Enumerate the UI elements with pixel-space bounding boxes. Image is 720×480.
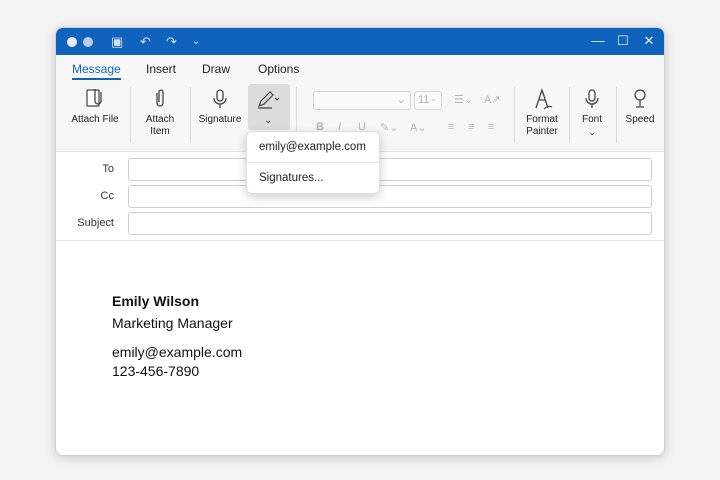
font-label: Font: [581, 114, 602, 125]
chevron-down-icon: ⌄: [396, 94, 406, 106]
ribbon-tabs: Message Insert Draw Options: [56, 55, 664, 81]
ribbon-divider: [514, 87, 515, 143]
subject-input[interactable]: [128, 212, 652, 235]
tab-draw[interactable]: Draw: [202, 62, 230, 76]
to-label: To: [102, 163, 114, 175]
cc-label: Cc: [100, 190, 114, 202]
signature-phone: 123-456-7890: [112, 363, 200, 379]
undo-icon[interactable]: ↶: [140, 33, 151, 50]
cc-input[interactable]: [128, 185, 652, 208]
chevron-down-icon: ⌄: [264, 115, 273, 126]
save-icon[interactable]: ▣: [111, 33, 123, 50]
ribbon-divider: [130, 87, 131, 143]
format-painter-label-1: Format: [526, 114, 558, 125]
microphone-icon: [213, 89, 227, 108]
attach-item-label-2: Item: [150, 126, 170, 137]
format-painter-icon: [535, 87, 553, 110]
attach-file-label: Attach File: [71, 114, 119, 125]
signature-dropdown-menu: emily@example.com Signatures...: [246, 131, 380, 194]
compose-window: ▣ ↶ ↷ ⌄ — ☐ ✕ Message Insert Draw Option…: [55, 27, 665, 456]
speed-label: Speed: [625, 114, 655, 125]
format-painter-label-2: Painter: [526, 126, 558, 137]
signature-dropdown-button[interactable]: ⌄: [248, 84, 290, 130]
chevron-down-icon: ⌄: [430, 93, 438, 103]
ribbon-divider: [616, 87, 617, 143]
pen-icon: [257, 91, 280, 109]
signatures-menu-item[interactable]: Signatures...: [259, 172, 324, 184]
title-bar: ▣ ↶ ↷ ⌄ — ☐ ✕: [56, 28, 664, 55]
paperclip-icon: [156, 89, 164, 107]
signature-title: Marketing Manager: [112, 315, 233, 331]
font-button[interactable]: Font ⌄: [572, 81, 612, 149]
speed-button[interactable]: Speed: [620, 81, 660, 149]
close-icon[interactable]: ✕: [638, 32, 660, 50]
highlight-icon[interactable]: ✎⌄: [380, 121, 398, 134]
menu-divider: [247, 162, 379, 163]
font-grow-icon[interactable]: A↗: [484, 93, 501, 106]
redo-icon[interactable]: ↷: [166, 33, 177, 50]
attach-file-button[interactable]: Attach File: [66, 81, 124, 149]
subject-row: Subject: [56, 211, 664, 235]
tab-message[interactable]: Message: [72, 62, 121, 80]
message-body[interactable]: Emily Wilson Marketing Manager emily@exa…: [56, 241, 664, 455]
window-dot-icon: [67, 37, 77, 47]
signature-label: Signature: [198, 114, 242, 125]
attach-item-button[interactable]: Attach Item: [136, 81, 184, 149]
align-center-icon[interactable]: ≡: [468, 121, 474, 133]
signature-option-email[interactable]: emily@example.com: [259, 141, 366, 153]
signature-name: Emily Wilson: [112, 293, 200, 309]
to-input[interactable]: [128, 158, 652, 181]
subject-label: Subject: [77, 217, 114, 229]
tab-insert[interactable]: Insert: [146, 62, 176, 76]
speaker-icon: [634, 89, 646, 108]
font-size-value: 11: [418, 94, 430, 106]
signature-email: emily@example.com: [112, 344, 243, 360]
align-right-icon[interactable]: ≡: [488, 121, 494, 133]
maximize-icon[interactable]: ☐: [612, 32, 634, 50]
list-icon[interactable]: ☰⌄: [454, 93, 473, 106]
ribbon-divider: [569, 87, 570, 143]
minimize-icon[interactable]: —: [587, 32, 609, 50]
attach-item-label-1: Attach: [145, 114, 175, 125]
chevron-down-icon: ⌄: [588, 127, 596, 137]
font-family-select[interactable]: ⌄: [313, 91, 411, 110]
format-painter-button[interactable]: Format Painter: [518, 81, 566, 149]
microphone-icon: [585, 89, 599, 108]
quick-access-chevron-icon[interactable]: ⌄: [192, 33, 200, 50]
tab-options[interactable]: Options: [258, 62, 299, 76]
attach-file-icon: [86, 89, 102, 107]
window-dot-icon: [83, 37, 93, 47]
signature-button[interactable]: Signature: [194, 81, 246, 149]
ribbon-divider: [190, 87, 191, 143]
font-color-icon[interactable]: A⌄: [410, 121, 427, 134]
font-size-select[interactable]: 11 ⌄: [414, 91, 442, 110]
align-left-icon[interactable]: ≡: [448, 121, 454, 133]
